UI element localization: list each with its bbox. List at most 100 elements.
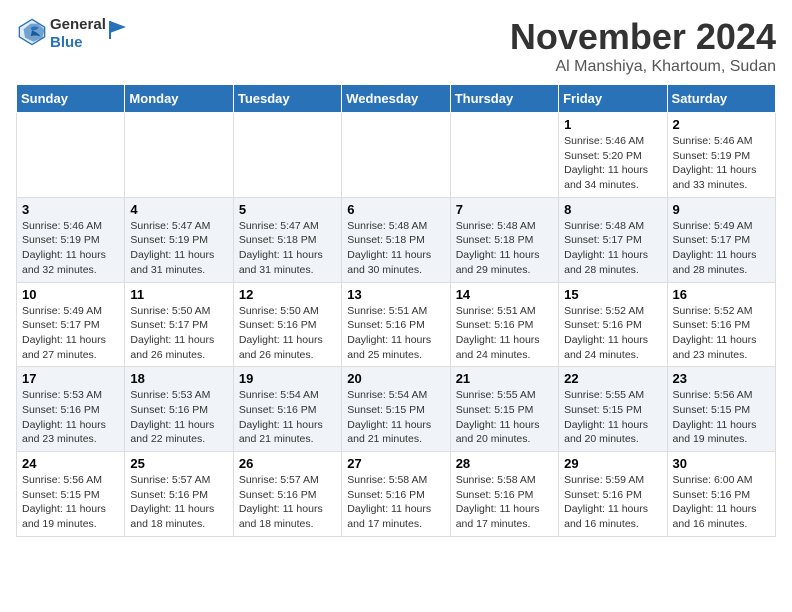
day-number: 28 xyxy=(456,456,553,471)
calendar-cell xyxy=(125,113,233,198)
day-info: Sunrise: 5:54 AMSunset: 5:15 PMDaylight:… xyxy=(347,388,444,447)
calendar-cell: 21 Sunrise: 5:55 AMSunset: 5:15 PMDayligh… xyxy=(450,367,558,452)
day-info: Sunrise: 5:51 AMSunset: 5:16 PMDaylight:… xyxy=(456,304,553,363)
day-number: 13 xyxy=(347,287,444,302)
day-info: Sunrise: 5:53 AMSunset: 5:16 PMDaylight:… xyxy=(22,388,119,447)
calendar-cell: 26 Sunrise: 5:57 AMSunset: 5:16 PMDayligh… xyxy=(233,452,341,537)
calendar-cell xyxy=(450,113,558,198)
weekday-header-monday: Monday xyxy=(125,85,233,113)
calendar-cell xyxy=(342,113,450,198)
day-number: 3 xyxy=(22,202,119,217)
day-number: 23 xyxy=(673,371,770,386)
calendar-cell: 9Sunrise: 5:49 AMSunset: 5:17 PMDaylight… xyxy=(667,197,775,282)
calendar-cell: 23 Sunrise: 5:56 AMSunset: 5:15 PMDayligh… xyxy=(667,367,775,452)
weekday-header-wednesday: Wednesday xyxy=(342,85,450,113)
page-header: General Blue November 2024 Al Manshiya, … xyxy=(16,16,776,76)
day-info: Sunrise: 5:58 AMSunset: 5:16 PMDaylight:… xyxy=(456,473,553,532)
calendar-cell: 27Sunrise: 5:58 AMSunset: 5:16 PMDayligh… xyxy=(342,452,450,537)
day-number: 4 xyxy=(130,202,227,217)
day-number: 7 xyxy=(456,202,553,217)
calendar-cell: 12 Sunrise: 5:50 AMSunset: 5:16 PMDayligh… xyxy=(233,282,341,367)
day-info: Sunrise: 5:48 AMSunset: 5:18 PMDaylight:… xyxy=(347,219,444,278)
calendar-cell: 17 Sunrise: 5:53 AMSunset: 5:16 PMDayligh… xyxy=(17,367,125,452)
day-number: 30 xyxy=(673,456,770,471)
logo-icon xyxy=(18,18,46,46)
day-info: Sunrise: 5:55 AMSunset: 5:15 PMDaylight:… xyxy=(564,388,661,447)
logo-general: General xyxy=(50,16,106,34)
day-info: Sunrise: 5:52 AMSunset: 5:16 PMDaylight:… xyxy=(564,304,661,363)
calendar-cell: 5 Sunrise: 5:47 AMSunset: 5:18 PMDaylight… xyxy=(233,197,341,282)
day-number: 22 xyxy=(564,371,661,386)
day-number: 9 xyxy=(673,202,770,217)
calendar-cell: 2Sunrise: 5:46 AMSunset: 5:19 PMDaylight… xyxy=(667,113,775,198)
calendar-table: SundayMondayTuesdayWednesdayThursdayFrid… xyxy=(16,84,776,537)
day-info: Sunrise: 5:50 AMSunset: 5:16 PMDaylight:… xyxy=(239,304,336,363)
day-info: Sunrise: 5:48 AMSunset: 5:18 PMDaylight:… xyxy=(456,219,553,278)
calendar-cell: 18 Sunrise: 5:53 AMSunset: 5:16 PMDayligh… xyxy=(125,367,233,452)
day-info: Sunrise: 5:57 AMSunset: 5:16 PMDaylight:… xyxy=(130,473,227,532)
calendar-cell xyxy=(17,113,125,198)
title-block: November 2024 Al Manshiya, Khartoum, Sud… xyxy=(510,16,776,76)
calendar-cell: 14 Sunrise: 5:51 AMSunset: 5:16 PMDayligh… xyxy=(450,282,558,367)
day-number: 16 xyxy=(673,287,770,302)
calendar-cell xyxy=(233,113,341,198)
day-info: Sunrise: 5:47 AMSunset: 5:18 PMDaylight:… xyxy=(239,219,336,278)
calendar-cell: 20 Sunrise: 5:54 AMSunset: 5:15 PMDayligh… xyxy=(342,367,450,452)
calendar-cell: 6 Sunrise: 5:48 AMSunset: 5:18 PMDaylight… xyxy=(342,197,450,282)
logo: General Blue xyxy=(16,16,130,52)
day-info: Sunrise: 5:57 AMSunset: 5:16 PMDaylight:… xyxy=(239,473,336,532)
day-number: 2 xyxy=(673,117,770,132)
day-info: Sunrise: 5:54 AMSunset: 5:16 PMDaylight:… xyxy=(239,388,336,447)
day-number: 27 xyxy=(347,456,444,471)
day-number: 8 xyxy=(564,202,661,217)
calendar-cell: 16 Sunrise: 5:52 AMSunset: 5:16 PMDayligh… xyxy=(667,282,775,367)
calendar-cell: 22 Sunrise: 5:55 AMSunset: 5:15 PMDayligh… xyxy=(559,367,667,452)
calendar-cell: 30 Sunrise: 6:00 AMSunset: 5:16 PMDayligh… xyxy=(667,452,775,537)
day-info: Sunrise: 5:56 AMSunset: 5:15 PMDaylight:… xyxy=(673,388,770,447)
calendar-cell: 4 Sunrise: 5:47 AMSunset: 5:19 PMDaylight… xyxy=(125,197,233,282)
day-info: Sunrise: 5:56 AMSunset: 5:15 PMDaylight:… xyxy=(22,473,119,532)
logo-blue: Blue xyxy=(50,34,106,52)
day-number: 20 xyxy=(347,371,444,386)
calendar-cell: 3 Sunrise: 5:46 AMSunset: 5:19 PMDaylight… xyxy=(17,197,125,282)
day-info: Sunrise: 5:48 AMSunset: 5:17 PMDaylight:… xyxy=(564,219,661,278)
day-number: 25 xyxy=(130,456,227,471)
day-number: 12 xyxy=(239,287,336,302)
day-info: Sunrise: 5:55 AMSunset: 5:15 PMDaylight:… xyxy=(456,388,553,447)
weekday-header-thursday: Thursday xyxy=(450,85,558,113)
day-number: 14 xyxy=(456,287,553,302)
day-info: Sunrise: 6:00 AMSunset: 5:16 PMDaylight:… xyxy=(673,473,770,532)
calendar-cell: 15Sunrise: 5:52 AMSunset: 5:16 PMDayligh… xyxy=(559,282,667,367)
day-number: 1 xyxy=(564,117,661,132)
logo-flag-icon xyxy=(108,19,130,41)
weekday-header-friday: Friday xyxy=(559,85,667,113)
calendar-cell: 19 Sunrise: 5:54 AMSunset: 5:16 PMDayligh… xyxy=(233,367,341,452)
day-number: 19 xyxy=(239,371,336,386)
location: Al Manshiya, Khartoum, Sudan xyxy=(510,58,776,76)
day-number: 5 xyxy=(239,202,336,217)
day-number: 18 xyxy=(130,371,227,386)
day-info: Sunrise: 5:47 AMSunset: 5:19 PMDaylight:… xyxy=(130,219,227,278)
day-number: 11 xyxy=(130,287,227,302)
day-number: 26 xyxy=(239,456,336,471)
calendar-cell: 10 Sunrise: 5:49 AMSunset: 5:17 PMDayligh… xyxy=(17,282,125,367)
calendar-cell: 1 Sunrise: 5:46 AMSunset: 5:20 PMDaylight… xyxy=(559,113,667,198)
day-number: 10 xyxy=(22,287,119,302)
day-info: Sunrise: 5:46 AMSunset: 5:19 PMDaylight:… xyxy=(22,219,119,278)
weekday-header-tuesday: Tuesday xyxy=(233,85,341,113)
calendar-cell: 11 Sunrise: 5:50 AMSunset: 5:17 PMDayligh… xyxy=(125,282,233,367)
day-info: Sunrise: 5:59 AMSunset: 5:16 PMDaylight:… xyxy=(564,473,661,532)
day-info: Sunrise: 5:49 AMSunset: 5:17 PMDaylight:… xyxy=(22,304,119,363)
day-info: Sunrise: 5:46 AMSunset: 5:20 PMDaylight:… xyxy=(564,134,661,193)
day-number: 17 xyxy=(22,371,119,386)
calendar-cell: 13Sunrise: 5:51 AMSunset: 5:16 PMDayligh… xyxy=(342,282,450,367)
calendar-cell: 28 Sunrise: 5:58 AMSunset: 5:16 PMDayligh… xyxy=(450,452,558,537)
day-info: Sunrise: 5:50 AMSunset: 5:17 PMDaylight:… xyxy=(130,304,227,363)
day-number: 21 xyxy=(456,371,553,386)
day-info: Sunrise: 5:52 AMSunset: 5:16 PMDaylight:… xyxy=(673,304,770,363)
day-info: Sunrise: 5:53 AMSunset: 5:16 PMDaylight:… xyxy=(130,388,227,447)
day-number: 6 xyxy=(347,202,444,217)
calendar-cell: 8 Sunrise: 5:48 AMSunset: 5:17 PMDaylight… xyxy=(559,197,667,282)
day-number: 24 xyxy=(22,456,119,471)
month-title: November 2024 xyxy=(510,16,776,58)
